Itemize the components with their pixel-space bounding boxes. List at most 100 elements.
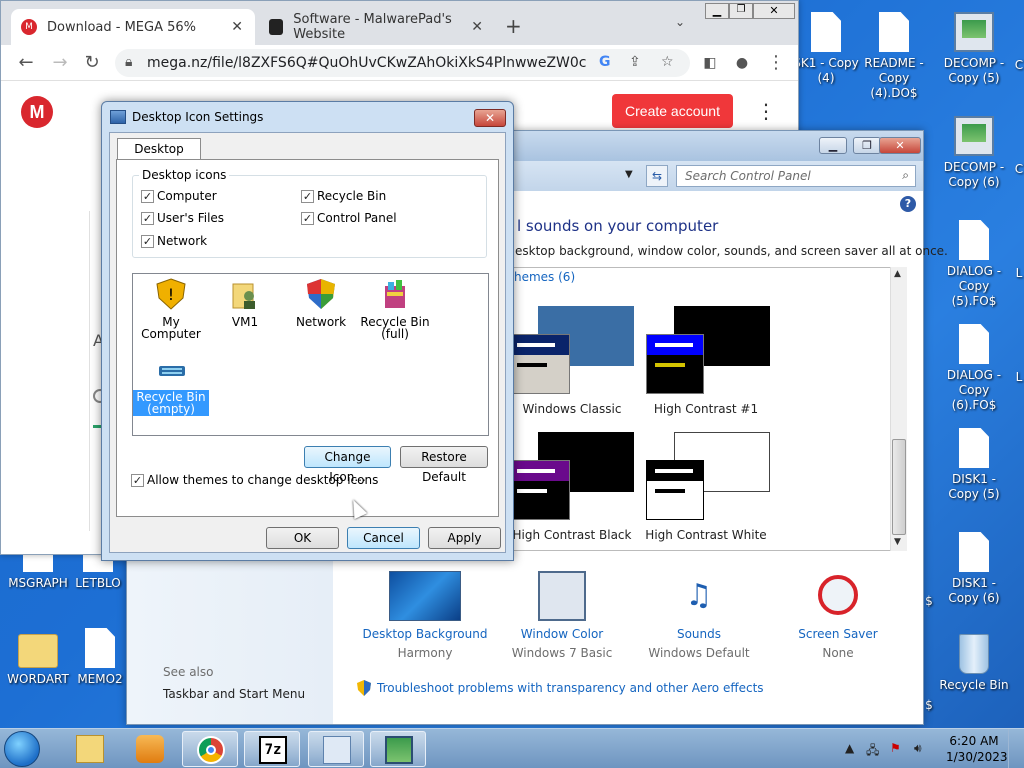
taskbar-chrome[interactable] bbox=[182, 731, 238, 767]
search-icon: ⌕ bbox=[902, 168, 909, 182]
bookmark-star-icon[interactable]: ☆ bbox=[661, 54, 674, 70]
maximize-button[interactable]: ❐ bbox=[853, 137, 881, 154]
close-window-button[interactable]: ✕ bbox=[879, 137, 921, 154]
create-account-button[interactable]: Create account bbox=[612, 94, 733, 128]
folder-icon bbox=[18, 634, 58, 668]
desktop-icon-list: ! My Computer VM1 Network Recycle Bin (f… bbox=[132, 273, 489, 436]
list-item-recycle-bin-full[interactable]: Recycle Bin (full) bbox=[357, 278, 433, 340]
taskbar-control-panel[interactable] bbox=[308, 731, 364, 767]
taskbar-explorer[interactable] bbox=[62, 731, 118, 767]
show-desktop-button[interactable] bbox=[1008, 729, 1024, 768]
group-label: Desktop icons bbox=[139, 168, 230, 182]
profile-icon[interactable]: ● bbox=[731, 52, 753, 74]
checkbox-users-files[interactable]: ✓ User's Files bbox=[141, 211, 224, 225]
google-lens-icon[interactable]: G bbox=[599, 54, 611, 70]
more-options-icon[interactable]: ⋮ bbox=[756, 99, 776, 123]
checkbox-computer[interactable]: ✓ Computer bbox=[141, 189, 217, 203]
taskbar-media-player[interactable] bbox=[122, 731, 178, 767]
sounds-option[interactable]: ♫ Sounds Windows Default bbox=[634, 571, 764, 660]
address-bar[interactable]: 🔒︎ mega.nz/file/l8ZXFS6Q#QuOhUvCKwZAhOki… bbox=[115, 49, 690, 77]
tab-malwarepad[interactable]: Software - MalwarePad's Website ✕ bbox=[259, 9, 495, 45]
taskbar-display[interactable] bbox=[370, 731, 426, 767]
desktop-icon-decomp-copy5[interactable]: DECOMP - Copy (5) bbox=[936, 12, 1012, 86]
side-panel-icon[interactable]: ◧ bbox=[699, 52, 721, 74]
scroll-down-icon[interactable]: ▼ bbox=[894, 537, 901, 547]
check-icon: ✓ bbox=[301, 189, 314, 203]
dialog-body: Desktop Icons Desktop icons ✓Computer ✓R… bbox=[109, 132, 506, 553]
close-tab-icon[interactable]: ✕ bbox=[231, 19, 243, 35]
desktop-icon-readme-copy4[interactable]: README - Copy (4).DO$ bbox=[856, 12, 932, 101]
close-tab-icon[interactable]: ✕ bbox=[471, 19, 483, 35]
network-icon[interactable]: 🖧︎ bbox=[866, 741, 879, 762]
document-icon bbox=[85, 628, 115, 668]
desktop-icon-memo2[interactable]: MEMO2 bbox=[74, 628, 126, 687]
application-icon bbox=[954, 116, 994, 156]
scroll-up-icon[interactable]: ▲ bbox=[894, 269, 901, 279]
desktop-icon-disk1-copy6[interactable]: DISK1 - Copy (6) bbox=[936, 532, 1012, 606]
checkbox-network[interactable]: ✓ Network bbox=[141, 234, 207, 248]
search-input[interactable]: Search Control Panel ⌕ bbox=[676, 165, 916, 187]
tab-strip: M Download - MEGA 56% ✕ Software - Malwa… bbox=[1, 1, 798, 45]
share-icon[interactable]: ⇪ bbox=[629, 54, 641, 70]
desktop-icon-wordart[interactable]: WORDART bbox=[0, 628, 76, 687]
system-clock[interactable]: 6:20 AM 1/30/2023 bbox=[946, 733, 1008, 765]
close-window-button[interactable]: ✕ bbox=[753, 3, 795, 19]
volume-icon[interactable]: 🔊︎ bbox=[914, 741, 922, 756]
sounds-icon: ♫ bbox=[685, 578, 713, 613]
list-item-network[interactable]: Network bbox=[283, 278, 359, 328]
desktop-background-option[interactable]: Desktop Background Harmony bbox=[360, 571, 490, 660]
tab-desktop-icons[interactable]: Desktop Icons bbox=[117, 138, 201, 176]
troubleshoot-aero-link[interactable]: Troubleshoot problems with transparency … bbox=[377, 681, 764, 695]
page-heading: l sounds on your computer bbox=[517, 217, 719, 235]
change-icon-button[interactable]: Change Icon... bbox=[304, 446, 391, 484]
window-color-option[interactable]: Window Color Windows 7 Basic bbox=[497, 571, 627, 660]
action-center-icon[interactable]: ⚑ bbox=[890, 741, 901, 755]
refresh-icon[interactable]: ⇆ bbox=[646, 165, 668, 187]
site-icon bbox=[269, 19, 284, 35]
cancel-button[interactable]: Cancel bbox=[347, 527, 420, 549]
tab-search-icon[interactable]: ⌄ bbox=[675, 15, 685, 29]
menu-icon[interactable]: ⋮ bbox=[765, 52, 787, 74]
taskbar-start-menu-link[interactable]: Taskbar and Start Menu bbox=[163, 687, 305, 701]
tab-mega-download[interactable]: M Download - MEGA 56% ✕ bbox=[11, 9, 255, 45]
back-icon[interactable]: ← bbox=[15, 52, 37, 74]
maximize-button[interactable]: ❐ bbox=[729, 3, 753, 19]
scroll-thumb[interactable] bbox=[892, 439, 906, 535]
list-item-recycle-bin-empty[interactable]: Recycle Bin (empty) bbox=[133, 352, 209, 416]
start-button[interactable] bbox=[4, 731, 40, 767]
ok-button[interactable]: OK bbox=[266, 527, 339, 549]
basic-themes-heading[interactable]: hemes (6) bbox=[514, 270, 575, 284]
desktop-icon-dialog-copy5[interactable]: DIALOG - Copy (5).FO$ bbox=[936, 220, 1012, 309]
theme-scrollbar[interactable]: ▲ ▼ bbox=[890, 267, 907, 551]
taskbar-7zip[interactable]: 7z bbox=[244, 731, 300, 767]
list-item-vm1[interactable]: VM1 bbox=[207, 278, 283, 328]
desktop-edge-label: $ bbox=[925, 698, 933, 712]
desktop-icon-disk1-copy4[interactable]: SK1 - Copy (4) bbox=[788, 12, 864, 86]
close-icon[interactable]: ✕ bbox=[474, 109, 506, 127]
dialog-title: Desktop Icon Settings bbox=[132, 110, 264, 124]
desktop-icon-decomp-copy6[interactable]: DECOMP - Copy (6) bbox=[936, 116, 1012, 190]
mega-logo[interactable]: M bbox=[21, 96, 53, 128]
list-item-my-computer[interactable]: ! My Computer bbox=[133, 278, 209, 340]
new-tab-button[interactable]: + bbox=[505, 14, 522, 38]
forward-icon[interactable]: → bbox=[49, 52, 71, 74]
checkbox-recycle-bin[interactable]: ✓ Recycle Bin bbox=[301, 189, 386, 203]
panel-divider bbox=[89, 211, 90, 531]
document-icon bbox=[959, 220, 989, 260]
checkbox-allow-themes[interactable]: ✓ Allow themes to change desktop icons bbox=[131, 473, 378, 487]
show-hidden-icons[interactable]: ▲ bbox=[845, 741, 854, 755]
desktop-icon-disk1-copy5[interactable]: DISK1 - Copy (5) bbox=[936, 428, 1012, 502]
restore-default-button[interactable]: Restore Default bbox=[400, 446, 488, 484]
warning-shield-icon: ! bbox=[155, 278, 187, 310]
minimize-button[interactable]: ▁ bbox=[705, 3, 729, 19]
desktop-icon-recycle-bin[interactable]: Recycle Bin bbox=[936, 634, 1012, 693]
help-icon[interactable]: ? bbox=[900, 196, 916, 212]
address-dropdown-icon[interactable]: ▼ bbox=[625, 169, 633, 180]
screen-saver-option[interactable]: Screen Saver None bbox=[773, 571, 903, 660]
desktop-icon-dialog-copy6[interactable]: DIALOG - Copy (6).FO$ bbox=[936, 324, 1012, 413]
checkbox-control-panel[interactable]: ✓ Control Panel bbox=[301, 211, 397, 225]
minimize-button[interactable]: ▁ bbox=[819, 137, 847, 154]
apply-button[interactable]: Apply bbox=[428, 527, 501, 549]
application-icon bbox=[954, 12, 994, 52]
reload-icon[interactable]: ↻ bbox=[81, 52, 103, 74]
